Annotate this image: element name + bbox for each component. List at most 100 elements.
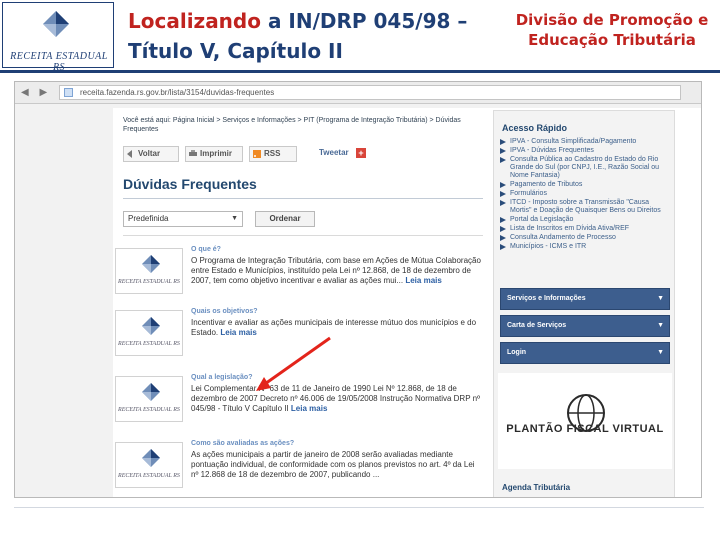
quick-link[interactable]: Lista de Inscritos em Dívida Ativa/REF <box>500 225 672 233</box>
back-label: Voltar <box>138 149 161 158</box>
sort-select-value: Predefinida <box>128 214 169 223</box>
arrow-bullet-icon <box>500 235 506 241</box>
footer-divider <box>14 507 704 508</box>
chevron-down-icon: ▼ <box>657 349 664 356</box>
slide-title: Localizando a IN/DRP 045/98 – Título V, … <box>128 6 500 68</box>
faq-answer-text: As ações municipais a partir de janeiro … <box>191 450 475 479</box>
faq-thumbnail: RECEITA ESTADUAL RS <box>115 376 183 422</box>
page-title: Dúvidas Frequentes <box>123 176 257 192</box>
quick-link-label: Portal da Legislação <box>510 216 574 223</box>
arrow-bullet-icon <box>500 157 506 163</box>
login-button[interactable]: Login ▼ <box>500 342 670 364</box>
quick-link[interactable]: IPVA - Dúvidas Frequentes <box>500 147 672 155</box>
header-divider <box>0 70 720 73</box>
faq-question[interactable]: O que é? <box>191 246 221 253</box>
faq-answer: O Programa de Integração Tributária, com… <box>191 256 481 300</box>
title-divider <box>123 198 483 199</box>
content-column: Você está aqui: Página Inicial > Serviço… <box>113 108 485 497</box>
rss-icon <box>253 150 261 158</box>
address-bar: ◀ ▶ receita.fazenda.rs.gov.br/lista/3154… <box>15 82 701 104</box>
sort-select[interactable]: Predefinida ▼ <box>123 211 243 227</box>
quick-link-label: ITCD - Imposto sobre a Transmissão "Caus… <box>510 199 661 214</box>
services-charter-button[interactable]: Carta de Serviços ▼ <box>500 315 670 337</box>
order-button[interactable]: Ordenar <box>255 211 315 227</box>
quick-link-label: Lista de Inscritos em Dívida Ativa/REF <box>510 225 630 232</box>
breadcrumb[interactable]: Você está aqui: Página Inicial > Serviço… <box>123 116 483 134</box>
quick-link[interactable]: Formulários <box>500 190 672 198</box>
quick-link[interactable]: Consulta Andamento de Processo <box>500 234 672 242</box>
faq-item: RECEITA ESTADUAL RS Qual a legislação? L… <box>115 370 485 432</box>
plantao-fiscal-banner[interactable]: PLANTÃO FISCAL VIRTUAL <box>498 373 672 469</box>
faq-thumbnail: RECEITA ESTADUAL RS <box>115 248 183 294</box>
quick-link-label: Pagamento de Tributos <box>510 181 583 188</box>
print-label: Imprimir <box>200 149 233 158</box>
back-button[interactable]: Voltar <box>123 146 179 162</box>
chevron-down-icon: ▼ <box>657 322 664 329</box>
quick-link-label: Formulários <box>510 190 547 197</box>
arrow-bullet-icon <box>500 226 506 232</box>
arrow-bullet-icon <box>500 182 506 188</box>
tweet-button[interactable]: Tweetar <box>319 148 349 157</box>
browser-window: ◀ ▶ receita.fazenda.rs.gov.br/lista/3154… <box>14 81 702 498</box>
arrow-bullet-icon <box>500 200 506 206</box>
quick-link[interactable]: ITCD - Imposto sobre a Transmissão "Caus… <box>500 199 672 215</box>
arrow-bullet-icon <box>500 244 506 250</box>
slide-title-line2: Título V, Capítulo II <box>128 39 343 63</box>
login-label: Login <box>507 349 527 356</box>
thumbnail-text: RECEITA ESTADUAL RS <box>118 473 180 479</box>
slide: RECEITA ESTADUAL RS Localizando a IN/DRP… <box>0 0 720 540</box>
arrow-bullet-icon <box>500 148 506 154</box>
filter-divider <box>123 235 483 236</box>
arrow-bullet-icon <box>500 191 506 197</box>
faq-answer: Lei Complementar Nº 63 de 11 de Janeiro … <box>191 384 481 428</box>
back-forward-icon[interactable]: ◀ ▶ <box>21 87 51 98</box>
filter-row: Predefinida ▼ Ordenar <box>123 211 483 229</box>
faq-item: RECEITA ESTADUAL RS Como são avaliadas a… <box>115 436 485 497</box>
agenda-tributaria-title[interactable]: Agenda Tributária <box>502 483 570 492</box>
thumbnail-text: RECEITA ESTADUAL RS <box>118 407 180 413</box>
receita-estadual-logo: RECEITA ESTADUAL RS <box>2 2 114 73</box>
services-menu-label: Serviços e Informações <box>507 295 586 302</box>
quick-link[interactable]: Municípios - ICMS e ITR <box>500 243 672 251</box>
faq-question[interactable]: Como são avaliadas as ações? <box>191 440 294 447</box>
plus-icon[interactable]: + <box>356 148 366 158</box>
quick-link[interactable]: Pagamento de Tributos <box>500 181 672 189</box>
printer-icon <box>189 150 197 156</box>
read-more-link[interactable]: Leia mais <box>291 404 327 413</box>
page-toolbar: Voltar Imprimir RSS Tweetar + <box>123 146 483 162</box>
faq-thumbnail: RECEITA ESTADUAL RS <box>115 310 183 356</box>
print-button[interactable]: Imprimir <box>185 146 243 162</box>
web-page: Você está aqui: Página Inicial > Serviço… <box>113 108 701 497</box>
right-sidebar: Acesso Rápido IPVA - Consulta Simplifica… <box>493 110 675 497</box>
arrow-bullet-icon <box>500 217 506 223</box>
thumbnail-text: RECEITA ESTADUAL RS <box>118 279 180 285</box>
logo-diamond-icon <box>142 255 160 273</box>
quick-link-label: Consulta Andamento de Processo <box>510 234 616 241</box>
services-menu-button[interactable]: Serviços e Informações ▼ <box>500 288 670 310</box>
read-more-link[interactable]: Leia mais <box>405 276 441 285</box>
thumbnail-text: RECEITA ESTADUAL RS <box>118 341 180 347</box>
slide-title-line1: Localizando a IN/DRP 045/98 – <box>128 6 500 36</box>
faq-question[interactable]: Quais os objetivos? <box>191 308 258 315</box>
rss-button[interactable]: RSS <box>249 146 297 162</box>
faq-answer-text: Lei Complementar Nº 63 de 11 de Janeiro … <box>191 384 480 413</box>
quick-access-title: Acesso Rápido <box>502 123 568 133</box>
services-charter-label: Carta de Serviços <box>507 322 567 329</box>
chevron-down-icon: ▼ <box>657 295 664 302</box>
title-prefix: Localizando <box>128 9 268 33</box>
url-input[interactable]: receita.fazenda.rs.gov.br/lista/3154/duv… <box>59 85 681 100</box>
faq-question[interactable]: Qual a legislação? <box>191 374 252 381</box>
quick-link-label: IPVA - Consulta Simplificada/Pagamento <box>510 138 637 145</box>
quick-link[interactable]: Consulta Pública ao Cadastro do Estado d… <box>500 156 672 180</box>
plantao-fiscal-text: PLANTÃO FISCAL VIRTUAL <box>506 423 664 435</box>
logo-diamond-icon <box>142 449 160 467</box>
logo-diamond-icon <box>43 11 69 37</box>
read-more-link[interactable]: Leia mais <box>220 328 256 337</box>
quick-link-label: Municípios - ICMS e ITR <box>510 243 587 250</box>
quick-link[interactable]: Portal da Legislação <box>500 216 672 224</box>
rss-label: RSS <box>264 149 281 158</box>
url-text: receita.fazenda.rs.gov.br/lista/3154/duv… <box>80 88 275 97</box>
quick-link[interactable]: IPVA - Consulta Simplificada/Pagamento <box>500 138 672 146</box>
quick-link-label: Consulta Pública ao Cadastro do Estado d… <box>510 156 660 179</box>
page-icon <box>64 88 73 97</box>
